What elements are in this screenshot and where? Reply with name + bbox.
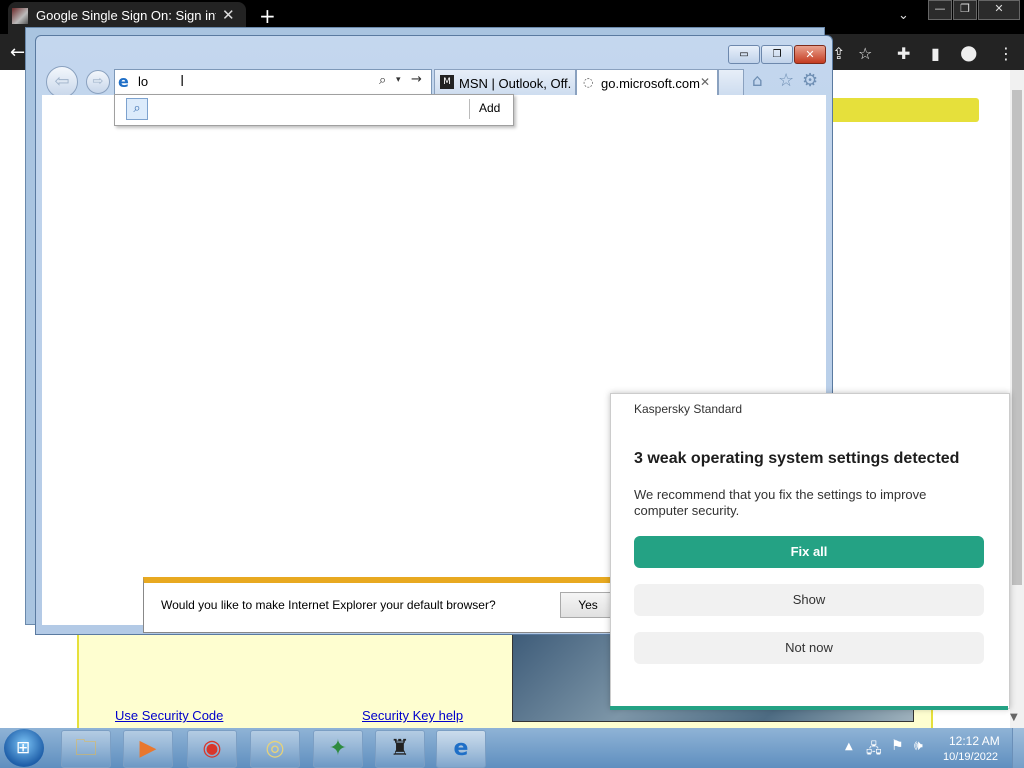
clock-date[interactable]: 10/19/2022 <box>943 751 998 763</box>
ie-back-button[interactable]: ⇦ <box>46 66 78 98</box>
kaspersky-app-name: Kaspersky Standard <box>634 402 743 416</box>
pinball-icon[interactable]: ✦ <box>313 730 363 768</box>
new-tab-icon[interactable]: + <box>259 4 276 28</box>
fix-all-button[interactable]: Fix all <box>634 536 984 568</box>
chrome-tab-title[interactable]: Google Single Sign On: Sign into <box>36 8 216 23</box>
chrome-icon[interactable]: ◉ <box>187 730 237 768</box>
home-icon[interactable]: ⌂ <box>752 71 763 91</box>
text-cursor-icon: I <box>180 72 185 90</box>
tab-favicon-icon <box>12 8 28 24</box>
kaspersky-title: 3 weak operating system settings detecte… <box>634 450 960 467</box>
scroll-down-arrow-icon[interactable]: ▼ <box>1010 712 1018 723</box>
chrome-restore-button[interactable]: ❐ <box>953 0 977 20</box>
ie-restore-button[interactable]: ❐ <box>761 45 793 64</box>
sidebar-icon[interactable]: ▮ <box>931 44 940 63</box>
add-search-provider-button[interactable]: Add <box>479 101 500 115</box>
profile-avatar-icon[interactable]: ● <box>960 40 977 64</box>
ie-address-dropdown-icon[interactable]: ▾ <box>396 75 401 85</box>
share-icon[interactable]: ⇪ <box>832 44 845 63</box>
tab-close-icon[interactable]: ✕ <box>222 6 235 24</box>
tab-search-icon[interactable]: ⌄ <box>898 8 909 23</box>
favorites-star-icon[interactable]: ☆ <box>778 70 794 91</box>
ie-address-input[interactable]: lo <box>138 74 148 89</box>
security-key-help-link[interactable]: Security Key help <box>362 708 463 723</box>
action-center-flag-icon[interactable]: ⚑ <box>891 738 904 754</box>
chrome-close-button[interactable]: ✕ <box>978 0 1020 20</box>
ie-new-tab-button[interactable] <box>718 69 744 97</box>
ie-forward-button[interactable]: ⇨ <box>86 70 110 94</box>
show-desktop-button[interactable] <box>1012 728 1024 768</box>
ie-close-button[interactable]: ✕ <box>794 45 826 64</box>
dvd-maker-icon[interactable]: ◎ <box>250 730 300 768</box>
msn-icon: M <box>440 75 454 89</box>
ie-go-arrow-icon[interactable]: → <box>411 72 422 87</box>
search-provider-icon[interactable]: ⌕ <box>126 98 148 120</box>
chrome-minimize-button[interactable]: — <box>928 0 952 20</box>
ie-address-suggestions <box>114 94 514 126</box>
page-yellow-bar <box>830 98 979 122</box>
file-explorer-icon[interactable]: 🗀 <box>61 730 111 768</box>
chrome-scroll-thumb[interactable] <box>1012 90 1022 585</box>
game-console-icon[interactable]: ♜ <box>375 730 425 768</box>
tab-close-icon[interactable]: ✕ <box>700 75 710 89</box>
kaspersky-message: We recommend that you fix the settings t… <box>634 487 927 518</box>
use-security-code-link[interactable]: Use Security Code <box>115 708 223 723</box>
clock-time[interactable]: 12:12 AM <box>949 734 1000 748</box>
show-hidden-icons-icon[interactable]: ▲ <box>845 741 853 752</box>
show-button[interactable]: Show <box>634 584 984 616</box>
chrome-menu-icon[interactable]: ⋮ <box>998 44 1014 63</box>
bookmark-star-icon[interactable]: ☆ <box>858 44 872 63</box>
windows-logo-icon: ⊞ <box>16 738 31 758</box>
ie-tab-msn-label[interactable]: MSN | Outlook, Off... <box>459 76 571 91</box>
media-player-icon[interactable]: ▶ <box>123 730 173 768</box>
ie-page-icon: e <box>118 72 129 91</box>
not-now-button[interactable]: Not now <box>634 632 984 664</box>
tools-gear-icon[interactable]: ⚙ <box>802 70 818 91</box>
back-arrow-icon[interactable]: ← <box>10 42 25 63</box>
ie-search-icon[interactable]: ⌕ <box>379 73 386 88</box>
default-browser-message: Would you like to make Internet Explorer… <box>161 598 496 612</box>
network-icon[interactable]: 🖧 <box>866 738 882 762</box>
volume-icon[interactable]: 🕪 <box>914 738 923 754</box>
ie-tab-go-microsoft-label[interactable]: go.microsoft.com <box>601 76 700 91</box>
internet-explorer-icon[interactable]: e <box>436 730 486 768</box>
kaspersky-accent-bar <box>610 706 1008 710</box>
loading-spinner-icon: ◌ <box>583 75 594 89</box>
divider <box>469 99 470 119</box>
default-browser-yes-button[interactable]: Yes <box>560 592 616 618</box>
extensions-icon[interactable]: ✚ <box>897 44 910 63</box>
ie-minimize-button[interactable]: ▭ <box>728 45 760 64</box>
